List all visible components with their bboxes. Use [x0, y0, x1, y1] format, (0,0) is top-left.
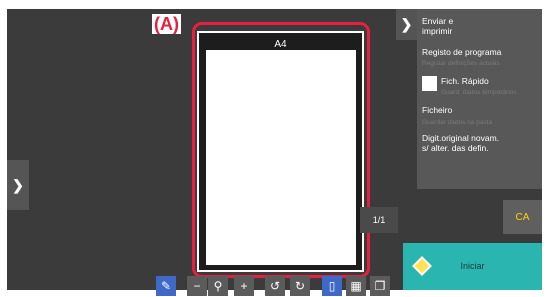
quick-file-checkbox[interactable] [422, 76, 437, 91]
start-label: Iniciar [460, 261, 485, 271]
send-and-print-item[interactable]: Enviar e imprimir [422, 16, 453, 36]
ca-button[interactable]: CA [503, 200, 542, 234]
left-expand-button[interactable]: ❯ [7, 160, 29, 210]
file-item[interactable]: Ficheiro [422, 105, 452, 115]
zoom-out-icon[interactable]: − [187, 276, 207, 296]
thumbnails-icon[interactable]: ▦ [346, 276, 366, 296]
quick-file-item[interactable]: Fich. Rápido [441, 76, 489, 86]
quick-file-sub: Guard. dados temporários [441, 89, 517, 96]
start-button[interactable]: Iniciar [403, 243, 542, 290]
callout-highlight [192, 22, 370, 278]
rotate-left-icon[interactable]: ↺ [265, 276, 285, 296]
action-panel: Enviar e imprimir Registo de programa Re… [417, 9, 542, 189]
zoom-in-icon[interactable]: + [234, 276, 254, 296]
callout-label: (A) [152, 14, 181, 34]
zoom-icon[interactable]: ⚲ [208, 276, 228, 296]
chevron-right-icon: ❯ [12, 176, 24, 193]
single-page-icon[interactable]: ▯ [322, 276, 342, 296]
page-counter: 1/1 [360, 207, 398, 233]
scan-new-original-item[interactable]: Digit.original novam. s/ alter. das defi… [422, 133, 499, 153]
program-register-item[interactable]: Registo de programa [422, 47, 501, 57]
rotate-right-icon[interactable]: ↻ [290, 276, 310, 296]
chevron-right-icon[interactable]: ❯ [396, 9, 417, 40]
file-sub: Guardar dados na pasta [422, 119, 493, 126]
edit-icon[interactable]: ✎ [156, 276, 176, 296]
multi-page-icon[interactable]: ❐ [370, 276, 390, 296]
program-register-sub: Registar definições actuais [422, 60, 500, 67]
